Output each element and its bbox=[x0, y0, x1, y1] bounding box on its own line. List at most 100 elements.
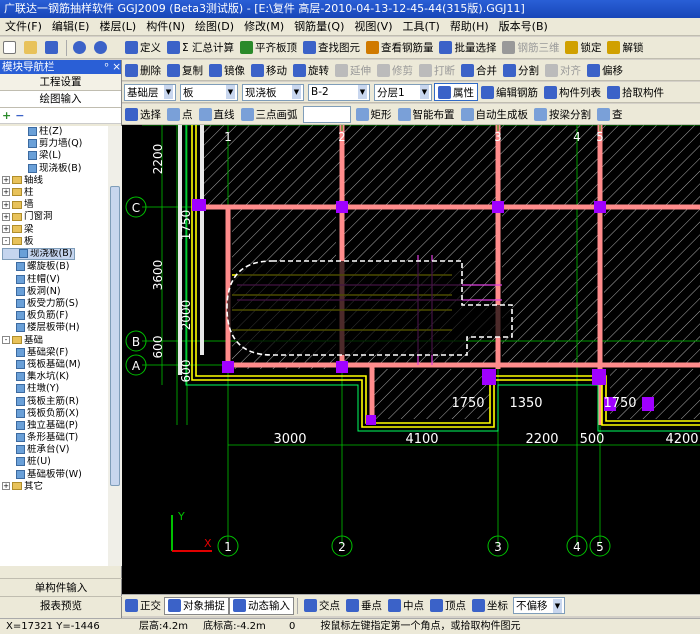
edit-button-10[interactable]: 对齐 bbox=[542, 61, 584, 79]
edit-button-11[interactable]: 偏移 bbox=[584, 61, 626, 79]
toolbar-button-7[interactable]: 锁定 bbox=[562, 39, 604, 57]
tree-item[interactable]: 梁(L) bbox=[0, 150, 108, 162]
draw-button-6[interactable]: 自动生成板 bbox=[458, 105, 532, 123]
tree-item[interactable]: 桩(U) bbox=[0, 456, 108, 468]
tree-item[interactable]: + 墙 bbox=[0, 199, 108, 211]
edit-button-6[interactable]: 修剪 bbox=[374, 61, 416, 79]
draw-button-4[interactable]: 矩形 bbox=[353, 105, 395, 123]
edit-button-1[interactable]: 复制 bbox=[164, 61, 206, 79]
edit-button-5[interactable]: 延伸 bbox=[332, 61, 374, 79]
toolbar-button-2[interactable]: 平齐板顶 bbox=[237, 39, 300, 57]
snap-button-4[interactable]: 垂点 bbox=[343, 597, 385, 615]
component-button-2[interactable]: 构件列表 bbox=[541, 83, 604, 101]
menu-item-10[interactable]: 版本号(B) bbox=[494, 18, 553, 35]
menu-item-2[interactable]: 楼层(L) bbox=[94, 18, 141, 35]
toolbar-button-6[interactable]: 钢筋三维 bbox=[499, 39, 562, 57]
tree-item[interactable]: - 基础 bbox=[0, 335, 108, 347]
snap-button-5[interactable]: 中点 bbox=[385, 597, 427, 615]
component-button-3[interactable]: 拾取构件 bbox=[604, 83, 667, 101]
tree-item[interactable]: 板洞(N) bbox=[0, 286, 108, 298]
category-select[interactable]: 板 ▼ bbox=[180, 83, 238, 101]
snap-button-2[interactable]: 动态输入 bbox=[229, 596, 294, 615]
name-select[interactable]: B-2 ▼ bbox=[308, 83, 370, 101]
drawing-canvas[interactable]: 1 2 3 4 5 1 2 3 4 5 C BA 3000 4100 2200 500 4200 1750 1… bbox=[122, 125, 700, 594]
open-icon[interactable] bbox=[21, 39, 42, 57]
tree-item[interactable]: 螺旋板(B) bbox=[0, 261, 108, 273]
menu-item-6[interactable]: 钢筋量(Q) bbox=[289, 18, 349, 35]
draw-button-2[interactable]: 直线 bbox=[196, 105, 238, 123]
tree-item[interactable]: 剪力墙(Q) bbox=[0, 138, 108, 150]
draw-button-0[interactable]: 选择 bbox=[122, 105, 164, 123]
tree-item[interactable]: + 梁 bbox=[0, 224, 108, 236]
tree-item[interactable]: 桩承台(V) bbox=[0, 444, 108, 456]
type-select[interactable]: 现浇板 ▼ bbox=[242, 83, 304, 101]
toolbar-button-3[interactable]: 查找图元 bbox=[300, 39, 363, 57]
snap-button-3[interactable]: 交点 bbox=[301, 597, 343, 615]
edit-button-3[interactable]: 移动 bbox=[248, 61, 290, 79]
expand-toggle-icon[interactable]: + bbox=[2, 200, 10, 209]
tree-item[interactable]: 现浇板(B) bbox=[2, 247, 76, 261]
toolbar-button-4[interactable]: 查看钢筋量 bbox=[363, 39, 437, 57]
tree-item[interactable]: 柱帽(V) bbox=[0, 274, 108, 286]
tree-item[interactable]: 现浇板(B) bbox=[0, 163, 108, 175]
tree-item[interactable]: 柱(Z) bbox=[0, 126, 108, 138]
menu-item-1[interactable]: 编辑(E) bbox=[47, 18, 95, 35]
menu-item-8[interactable]: 工具(T) bbox=[398, 18, 445, 35]
expand-toggle-icon[interactable]: + bbox=[2, 212, 10, 221]
edit-button-4[interactable]: 旋转 bbox=[290, 61, 332, 79]
menu-item-7[interactable]: 视图(V) bbox=[349, 18, 397, 35]
draw-button-3[interactable]: 三点画弧 bbox=[238, 105, 301, 123]
snap-button-7[interactable]: 坐标 bbox=[469, 597, 511, 615]
tree-item[interactable]: 板受力筋(S) bbox=[0, 298, 108, 310]
tree-item[interactable]: 板负筋(F) bbox=[0, 310, 108, 322]
tree-item[interactable]: 独立基础(P) bbox=[0, 420, 108, 432]
draw-button-5[interactable]: 智能布置 bbox=[395, 105, 458, 123]
edit-button-9[interactable]: 分割 bbox=[500, 61, 542, 79]
draw-button-7[interactable]: 按梁分割 bbox=[531, 105, 594, 123]
report-preview-button[interactable]: 报表预览 bbox=[0, 596, 122, 614]
menu-item-5[interactable]: 修改(M) bbox=[239, 18, 289, 35]
collapse-all-icon[interactable]: − bbox=[15, 109, 24, 122]
save-icon[interactable] bbox=[42, 39, 63, 57]
tree-item[interactable]: 筏板负筋(X) bbox=[0, 408, 108, 420]
tree-item[interactable]: 柱墩(Y) bbox=[0, 383, 108, 395]
component-button-1[interactable]: 编辑钢筋 bbox=[478, 83, 541, 101]
draw-button-1[interactable]: 点 bbox=[164, 105, 196, 123]
tree-item[interactable]: 条形基础(T) bbox=[0, 432, 108, 444]
tree-item[interactable]: + 门窗洞 bbox=[0, 211, 108, 223]
layer-select[interactable]: 分层1 ▼ bbox=[374, 83, 432, 101]
tree-scrollbar[interactable] bbox=[108, 126, 122, 566]
draw-button-8[interactable]: 查 bbox=[594, 105, 626, 123]
project-settings-button[interactable]: 工程设置 bbox=[0, 74, 121, 91]
snap-button-1[interactable]: 对象捕捉 bbox=[164, 596, 229, 615]
expand-toggle-icon[interactable]: + bbox=[2, 482, 10, 491]
tree-item[interactable]: 集水坑(K) bbox=[0, 371, 108, 383]
scroll-thumb[interactable] bbox=[110, 186, 120, 486]
expand-toggle-icon[interactable]: - bbox=[2, 336, 10, 345]
redo-icon[interactable] bbox=[91, 39, 112, 57]
draw-mode-select[interactable] bbox=[302, 105, 351, 123]
tree-item[interactable]: 筏板基础(M) bbox=[0, 359, 108, 371]
menu-item-3[interactable]: 构件(N) bbox=[141, 18, 190, 35]
undo-icon[interactable] bbox=[70, 39, 91, 57]
expand-toggle-icon[interactable]: + bbox=[2, 176, 10, 185]
floor-select[interactable]: 基础层 ▼ bbox=[124, 83, 176, 101]
menu-item-4[interactable]: 绘图(D) bbox=[190, 18, 239, 35]
expand-toggle-icon[interactable]: + bbox=[2, 188, 10, 197]
tree-item[interactable]: 基础梁(F) bbox=[0, 347, 108, 359]
menu-item-0[interactable]: 文件(F) bbox=[0, 18, 47, 35]
tree-item[interactable]: 楼层板带(H) bbox=[0, 322, 108, 334]
snap-button-0[interactable]: 正交 bbox=[122, 597, 164, 615]
snap-button-6[interactable]: 顶点 bbox=[427, 597, 469, 615]
toolbar-button-1[interactable]: Σ 汇总计算 bbox=[164, 39, 237, 57]
tree-item[interactable]: 基础板带(W) bbox=[0, 469, 108, 481]
pin-close-icon[interactable]: ᵒ × bbox=[105, 60, 121, 74]
menu-item-9[interactable]: 帮助(H) bbox=[445, 18, 494, 35]
expand-all-icon[interactable]: + bbox=[2, 109, 11, 122]
tree-item[interactable]: + 其它 bbox=[0, 481, 108, 493]
expand-toggle-icon[interactable]: - bbox=[2, 237, 10, 246]
edit-button-8[interactable]: 合并 bbox=[458, 61, 500, 79]
toolbar-button-0[interactable]: 定义 bbox=[122, 39, 164, 57]
tree-item[interactable]: -板 bbox=[0, 236, 108, 248]
toolbar-button-8[interactable]: 解锁 bbox=[604, 39, 646, 57]
